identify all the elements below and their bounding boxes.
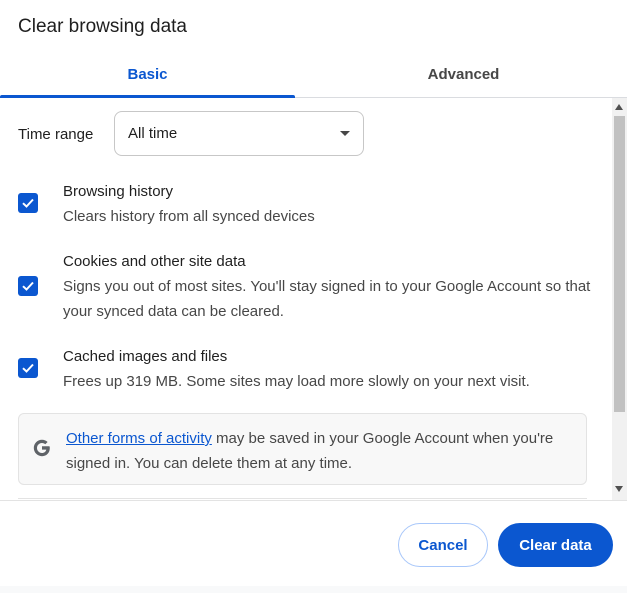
bottom-strip	[0, 586, 627, 593]
dialog-title: Clear browsing data	[18, 16, 187, 37]
option-description: Frees up 319 MB. Some sites may load mor…	[63, 373, 530, 390]
info-box: Other forms of activity may be saved in …	[18, 413, 587, 485]
option-title: Browsing history	[63, 183, 174, 200]
checkmark-icon	[22, 281, 34, 291]
tab-basic[interactable]: Basic	[0, 52, 295, 98]
scroll-down-arrow-icon[interactable]	[615, 486, 623, 492]
scroll-up-arrow-icon[interactable]	[615, 104, 623, 110]
time-range-value: All time	[128, 125, 178, 142]
option-title: Cached images and files	[63, 348, 228, 365]
browsing-history-checkbox[interactable]	[18, 193, 38, 213]
footer-divider	[0, 500, 627, 501]
scrollbar-thumb[interactable]	[614, 116, 625, 412]
option-description: Signs you out of most sites. You'll stay…	[63, 278, 591, 320]
cancel-button[interactable]: Cancel	[398, 523, 488, 567]
cookies-checkbox[interactable]	[18, 276, 38, 296]
option-title: Cookies and other site data	[63, 253, 246, 270]
cached-images-checkbox[interactable]	[18, 358, 38, 378]
other-forms-of-activity-link[interactable]: Other forms of activity	[66, 430, 212, 447]
dialog-content: Time range All time Browsing history Cle…	[0, 98, 612, 500]
checkmark-icon	[22, 363, 34, 373]
tab-advanced[interactable]: Advanced	[316, 52, 611, 97]
info-text: Other forms of activity may be saved in …	[66, 426, 576, 476]
clear-data-button[interactable]: Clear data	[498, 523, 613, 567]
tab-bar: Basic Advanced	[0, 52, 627, 98]
google-g-icon	[33, 439, 50, 457]
dropdown-arrow-icon	[340, 131, 350, 136]
time-range-select[interactable]: All time	[114, 111, 364, 156]
option-description: Clears history from all synced devices	[63, 208, 315, 225]
checkmark-icon	[22, 198, 34, 208]
scrollbar[interactable]	[612, 98, 627, 500]
time-range-label: Time range	[18, 126, 94, 143]
